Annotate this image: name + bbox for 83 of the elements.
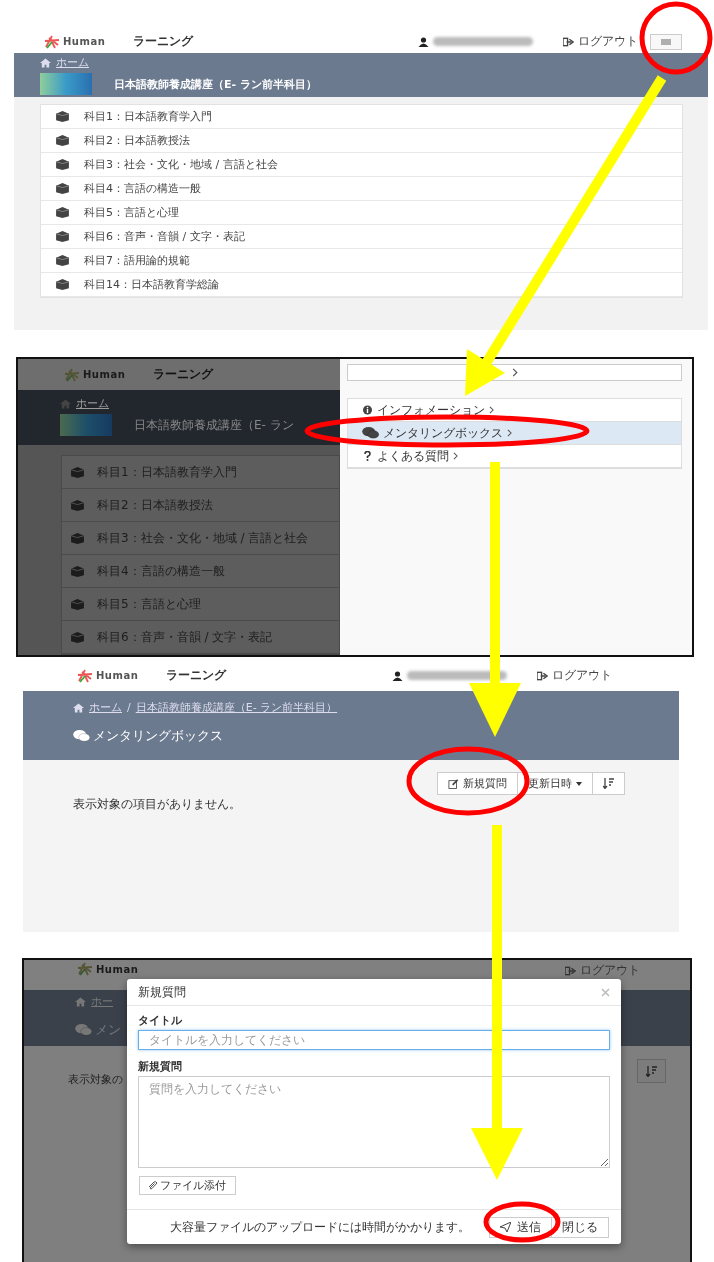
sort-icon (646, 1065, 657, 1077)
user-icon (418, 36, 429, 47)
home-icon (73, 702, 84, 713)
field-label: 新規質問 (138, 1059, 183, 1074)
chevron-icon (511, 368, 518, 377)
course-thumbnail (60, 414, 112, 437)
box-icon (55, 183, 70, 194)
edit-icon (448, 778, 459, 789)
empty-message: 表示対象の (68, 1072, 123, 1087)
box-icon (55, 279, 70, 290)
home-icon (40, 57, 51, 68)
course-title: 日本語教師養成講座（E- ラン (134, 416, 294, 434)
box-icon (70, 466, 85, 478)
menu-icon (661, 38, 671, 45)
home-icon (75, 996, 86, 1007)
info-icon (362, 405, 373, 415)
course-title: 日本語教師養成講座（E- ラン前半科目） (114, 76, 317, 92)
brand-name: Human (96, 670, 139, 681)
app-name: ラーニング (166, 667, 227, 684)
sort-order-button[interactable] (637, 1059, 666, 1083)
page-title: メンタリングボックス (93, 727, 223, 745)
box-icon (55, 231, 70, 242)
drawer-close-button[interactable] (347, 364, 682, 381)
chevron-icon (489, 406, 494, 414)
box-icon (70, 565, 85, 577)
chat-icon (75, 1024, 92, 1036)
box-icon (70, 532, 85, 544)
logout-icon (563, 36, 574, 47)
subject-item[interactable]: 科目5：言語と心理 (41, 201, 682, 225)
subject-item[interactable]: 科目4：言語の構造一般 (41, 177, 682, 201)
chat-icon (362, 427, 379, 439)
user-icon (392, 670, 403, 681)
logout-link[interactable]: ログアウト (563, 33, 638, 50)
subject-item[interactable]: 科目2：日本語教授法 (41, 129, 682, 153)
subject-item[interactable]: 科目6：音声・音韻 / 文字・表記 (41, 225, 682, 249)
box-icon (55, 159, 70, 170)
logo-icon (64, 367, 80, 382)
chevron-icon (507, 429, 512, 437)
question-textarea[interactable]: 質問を入力してください (138, 1076, 610, 1168)
new-question-button[interactable]: 新規質問 (437, 772, 518, 795)
field-label: タイトル (138, 1013, 183, 1028)
caret-icon (576, 781, 582, 786)
box-icon (55, 111, 70, 122)
box-icon (55, 255, 70, 266)
box-icon (55, 207, 70, 218)
question-icon (362, 451, 373, 461)
paper-plane-icon (500, 1222, 511, 1232)
sort-icon (603, 778, 614, 789)
attach-file-button[interactable]: ファイル添付 (139, 1176, 236, 1195)
course-thumbnail (40, 73, 92, 95)
chat-icon (73, 730, 90, 742)
close-button[interactable]: 閉じる (551, 1216, 609, 1238)
brand-name: Human (83, 369, 126, 381)
paperclip-icon (148, 1181, 158, 1190)
brand-name: Human (63, 36, 106, 47)
logout-link[interactable]: ログアウト (537, 667, 612, 684)
box-icon (70, 631, 85, 643)
app-name: ラーニング (153, 366, 214, 384)
box-icon (70, 499, 85, 511)
subject-item[interactable]: 科目14：日本語教育学総論 (41, 273, 682, 297)
sort-dropdown[interactable]: 更新日時 (517, 772, 593, 795)
brand-name: Human (96, 963, 139, 975)
box-icon (70, 598, 85, 610)
logo-icon (77, 668, 93, 683)
empty-message: 表示対象の項目がありません。 (73, 796, 242, 813)
logo-icon (77, 962, 93, 976)
home-link[interactable]: ホーム (76, 396, 109, 412)
logo-icon (44, 34, 60, 49)
close-icon[interactable] (601, 987, 610, 997)
breadcrumb-separator: / (127, 701, 131, 714)
box-icon (55, 135, 70, 146)
logout-icon (565, 965, 576, 976)
logout-icon (537, 670, 548, 681)
subject-item[interactable]: 科目3：社会・文化・地域 / 言語と社会 (41, 153, 682, 177)
dialog-title: 新規質問 (138, 983, 186, 1001)
menu-button[interactable] (650, 33, 682, 50)
subject-item[interactable]: 科目7：語用論的規範 (41, 249, 682, 273)
app-name: ラーニング (133, 33, 194, 50)
subject-item[interactable]: 科目1：日本語教育学入門 (41, 105, 682, 129)
chevron-icon (453, 452, 458, 460)
upload-notice: 大容量ファイルのアップロードには時間がかかります。 (170, 1218, 470, 1236)
title-input[interactable]: タイトルを入力してください (138, 1030, 610, 1050)
home-icon (60, 398, 71, 409)
